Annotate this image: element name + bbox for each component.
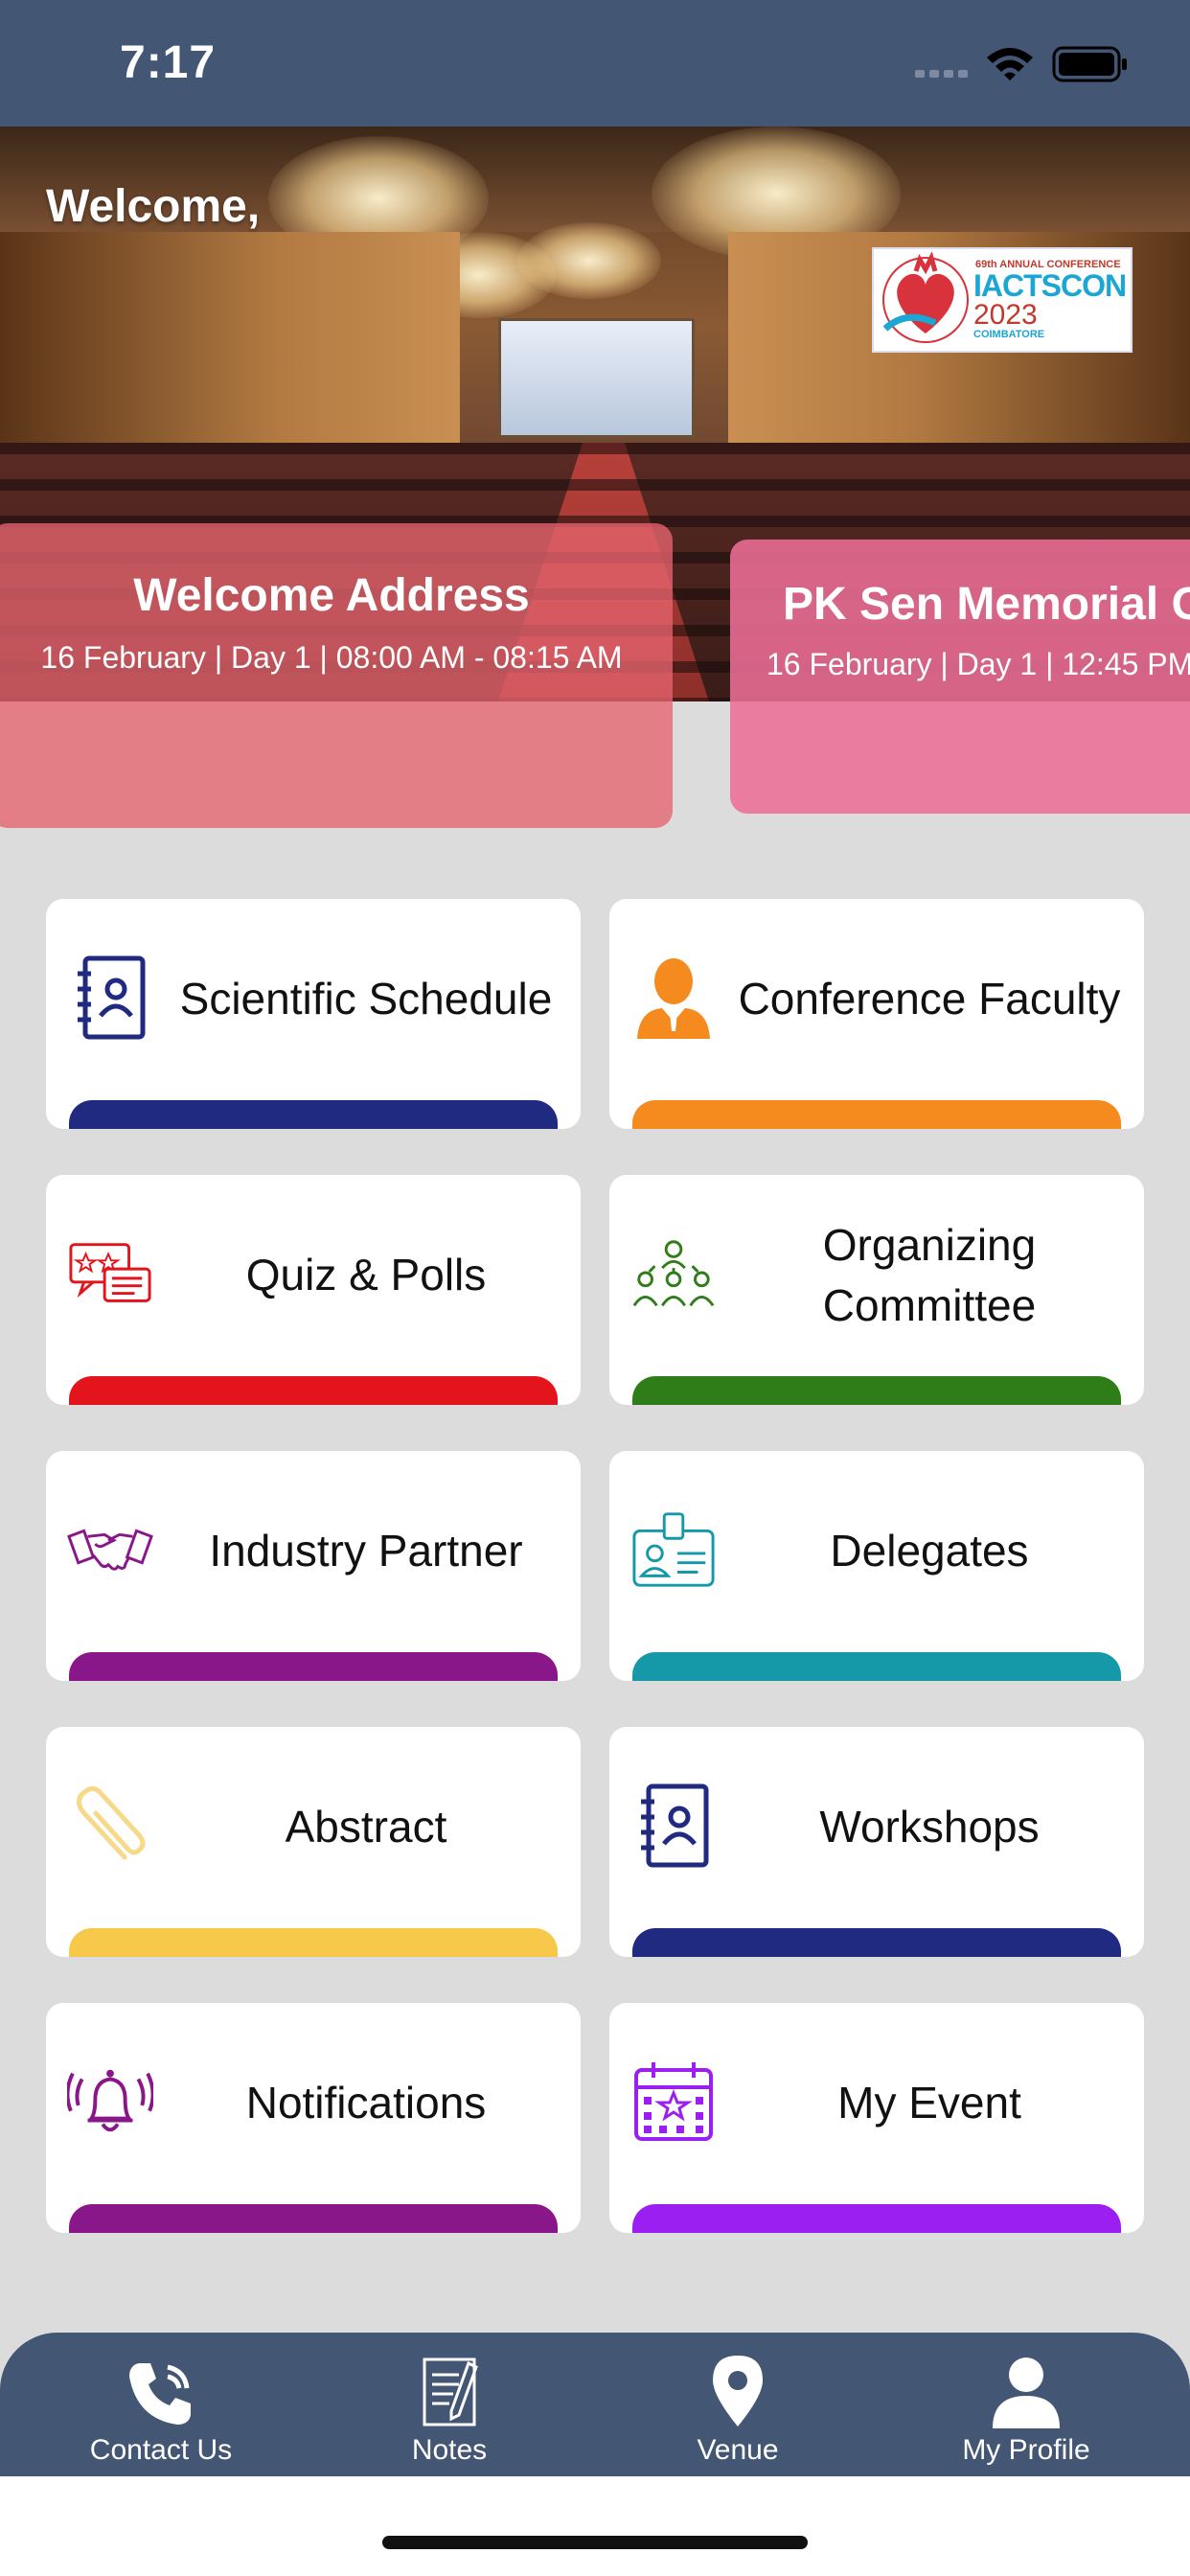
tile-label: Industry Partner — [209, 1526, 523, 1576]
heart-logo-icon — [882, 252, 969, 343]
nav-label: Contact Us — [89, 2434, 233, 2466]
tile-color-bar — [632, 2204, 1121, 2233]
battery-icon — [1052, 46, 1127, 82]
tile-label: My Event — [837, 2078, 1021, 2128]
tile-color-bar — [632, 1376, 1121, 1405]
conference-logo: 69th ANNUAL CONFERENCE IACTSCON 2023 COI… — [872, 247, 1133, 353]
tile-organizing-committee[interactable]: Organizing Committee — [609, 1175, 1144, 1405]
logo-year: 2023 — [973, 299, 1038, 331]
tile-label: Organizing Committee — [822, 1219, 1037, 1330]
event-card[interactable]: PK Sen Memorial O 16 February | Day 1 | … — [730, 540, 1190, 814]
tile-label: Conference Faculty — [738, 974, 1121, 1024]
event-title: PK Sen Memorial O — [783, 579, 1190, 630]
tile-color-bar — [69, 1928, 558, 1957]
logo-name: IACTSCON — [973, 268, 1127, 303]
home-indicator-area — [0, 2476, 1190, 2576]
tile-quiz-polls[interactable]: Quiz & Polls — [46, 1175, 581, 1405]
tile-color-bar — [69, 1100, 558, 1129]
quiz-chat-icon — [67, 1230, 153, 1317]
tile-label: Abstract — [285, 1802, 447, 1852]
tile-abstract[interactable]: Abstract — [46, 1727, 581, 1957]
tile-my-event[interactable]: My Event — [609, 2003, 1144, 2233]
nav-my-profile[interactable]: My Profile — [882, 2333, 1170, 2476]
nav-label: Venue — [697, 2434, 779, 2466]
tile-conference-faculty[interactable]: Conference Faculty — [609, 899, 1144, 1129]
tile-delegates[interactable]: Delegates — [609, 1451, 1144, 1681]
tile-label: Delegates — [830, 1526, 1029, 1576]
phone-icon — [126, 2342, 196, 2428]
event-title: Welcome Address — [133, 570, 530, 621]
tile-color-bar — [69, 2204, 558, 2233]
tile-notifications[interactable]: Notifications — [46, 2003, 581, 2233]
wifi-icon — [987, 48, 1033, 80]
handshake-icon — [67, 1506, 153, 1593]
profile-icon — [991, 2342, 1062, 2428]
paperclip-icon — [67, 1782, 153, 1869]
welcome-text: Welcome, — [46, 181, 261, 232]
nav-notes[interactable]: Notes — [306, 2333, 593, 2476]
bottom-nav: Contact Us Notes Venue My Profile — [0, 2333, 1190, 2476]
notes-icon — [421, 2342, 478, 2428]
person-icon — [630, 954, 717, 1041]
cellular-signal-icon — [915, 70, 968, 78]
chandelier — [517, 222, 661, 299]
status-bar: 7:17 — [0, 0, 1190, 126]
logo-city: COIMBATORE — [973, 329, 1045, 340]
home-indicator[interactable] — [382, 2536, 808, 2549]
bell-icon — [67, 2058, 153, 2145]
event-time: 16 February | Day 1 | 12:45 PM - — [767, 647, 1190, 681]
tile-scientific-schedule[interactable]: Scientific Schedule — [46, 899, 581, 1129]
address-book-icon — [630, 1782, 717, 1869]
projector-screen — [498, 318, 695, 438]
status-time: 7:17 — [120, 37, 217, 88]
nav-contact-us[interactable]: Contact Us — [17, 2333, 305, 2476]
nav-label: My Profile — [962, 2434, 1090, 2466]
event-card[interactable]: Welcome Address 16 February | Day 1 | 08… — [0, 523, 673, 828]
calendar-icon — [630, 2058, 717, 2145]
nav-label: Notes — [411, 2434, 488, 2466]
tile-color-bar — [632, 1928, 1121, 1957]
nav-venue[interactable]: Venue — [594, 2333, 881, 2476]
tile-color-bar — [69, 1652, 558, 1681]
event-time: 16 February | Day 1 | 08:00 AM - 08:15 A… — [40, 640, 623, 675]
tile-label: Notifications — [245, 2078, 487, 2128]
tile-color-bar — [632, 1652, 1121, 1681]
tile-color-bar — [632, 1100, 1121, 1129]
tile-label: Quiz & Polls — [245, 1250, 487, 1300]
tile-industry-partner[interactable]: Industry Partner — [46, 1451, 581, 1681]
tile-color-bar — [69, 1376, 558, 1405]
address-book-icon — [67, 954, 153, 1041]
tile-label: Workshops — [819, 1802, 1040, 1852]
tile-workshops[interactable]: Workshops — [609, 1727, 1144, 1957]
committee-icon — [630, 1230, 717, 1317]
id-badge-icon — [630, 1506, 717, 1593]
location-pin-icon — [709, 2342, 767, 2428]
tile-label: Scientific Schedule — [179, 974, 553, 1024]
